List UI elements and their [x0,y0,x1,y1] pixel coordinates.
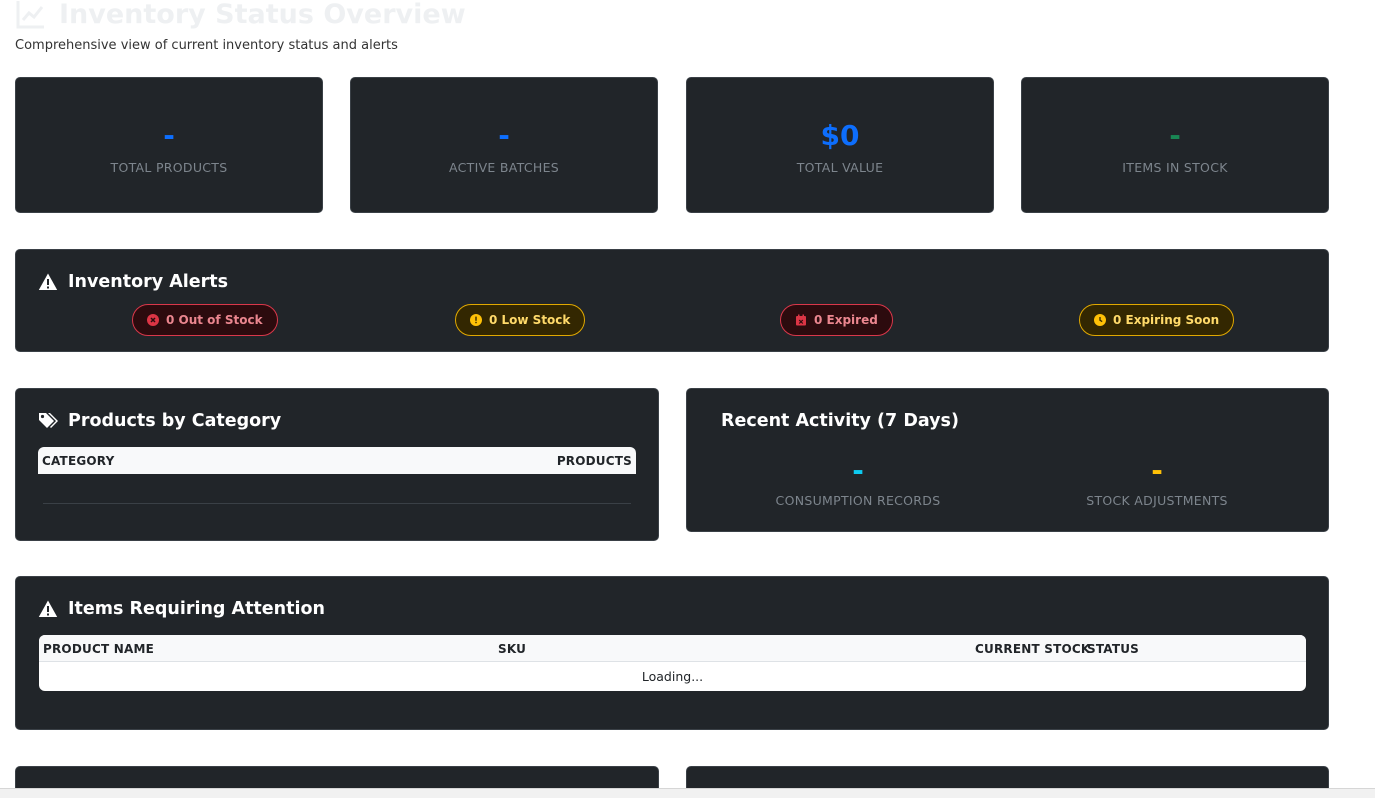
warning-triangle-icon [38,273,58,290]
column-header-status: STATUS [1087,642,1140,656]
stat-label: TOTAL VALUE [796,160,884,175]
low-stock-badge[interactable]: 0 Low Stock [455,304,586,336]
stat-value: $0 [820,119,860,152]
items-requiring-attention-card: Items Requiring Attention PRODUCT NAME S… [15,576,1329,730]
products-by-category-card: Products by Category CATEGORY PRODUCTS [15,388,659,541]
stat-value: - [498,119,510,152]
category-table-header: CATEGORY PRODUCTS [38,447,636,474]
x-circle-icon [147,314,159,326]
page-subtitle: Comprehensive view of current inventory … [15,38,398,53]
stock-adjustments-value: - [1151,454,1163,487]
stock-adjustments-label: STOCK ADJUSTMENTS [1086,493,1228,508]
out-of-stock-badge[interactable]: 0 Out of Stock [132,304,278,336]
stat-label: ACTIVE BATCHES [448,160,560,175]
stat-label: TOTAL PRODUCTS [110,160,228,175]
stat-card-total-value: $0 TOTAL VALUE [686,77,994,213]
chart-line-icon [16,1,44,29]
warning-triangle-icon [38,600,58,617]
exclamation-circle-icon [470,314,482,326]
calendar-x-icon [796,314,806,326]
loading-text: Loading... [641,669,704,684]
column-header-products: PRODUCTS [556,453,632,468]
page-title: Inventory Status Overview [15,0,466,38]
column-header-product-name: PRODUCT NAME [43,642,154,656]
consumption-records-label: CONSUMPTION RECORDS [775,493,941,508]
column-header-category: CATEGORY [42,453,115,468]
stat-card-active-batches: - ACTIVE BATCHES [350,77,658,213]
stat-value: - [163,119,175,152]
expiring-soon-badge[interactable]: 0 Expiring Soon [1079,304,1235,336]
attention-table-header: PRODUCT NAME SKU CURRENT STOCK STATUS [39,635,1306,662]
section-title: Recent Activity (7 Days) [721,411,959,431]
stat-card-total-products: - TOTAL PRODUCTS [15,77,323,213]
attention-table: PRODUCT NAME SKU CURRENT STOCK STATUS Lo… [39,635,1306,691]
recent-activity-card: Recent Activity (7 Days) - CONSUMPTION R… [686,388,1329,532]
page-header: Inventory Status Overview [15,0,466,38]
tags-icon [39,413,58,428]
section-title: Items Requiring Attention [38,599,325,619]
clock-icon [1094,314,1106,326]
stat-label: ITEMS IN STOCK [1122,160,1228,175]
column-header-current-stock: CURRENT STOCK [975,642,1091,656]
page-title-text: Inventory Status Overview [59,0,466,30]
inventory-alerts-card: Inventory Alerts 0 Out of Stock 0 Low St… [15,249,1329,352]
section-title: Products by Category [38,411,281,431]
expired-badge[interactable]: 0 Expired [780,304,893,336]
consumption-records-value: - [852,454,864,487]
column-header-sku: SKU [498,642,527,656]
horizontal-scrollbar[interactable] [0,788,1375,798]
table-divider [43,503,631,504]
stat-value: - [1169,119,1181,152]
stat-card-items-in-stock: - ITEMS IN STOCK [1021,77,1329,213]
section-title: Inventory Alerts [38,272,228,292]
